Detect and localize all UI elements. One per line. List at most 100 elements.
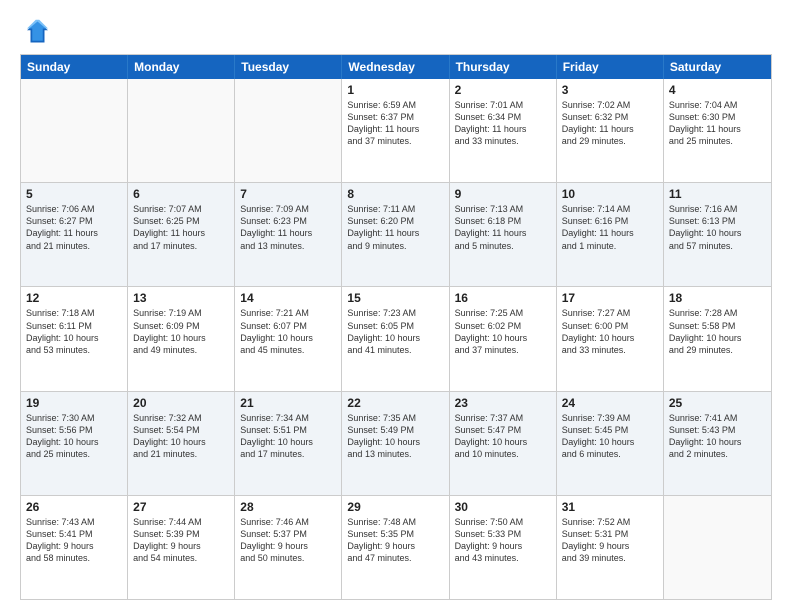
day-number: 5 [26, 187, 122, 201]
calendar-cell: 24 Sunrise: 7:39 AM Sunset: 5:45 PM Dayli… [557, 392, 664, 495]
calendar-row-4: 26 Sunrise: 7:43 AM Sunset: 5:41 PM Dayli… [21, 496, 771, 599]
day-number: 1 [347, 83, 443, 97]
calendar-cell: 9 Sunrise: 7:13 AM Sunset: 6:18 PM Daylig… [450, 183, 557, 286]
calendar-row-0: 1Sunrise: 6:59 AM Sunset: 6:37 PM Daylig… [21, 79, 771, 183]
day-number: 17 [562, 291, 658, 305]
cell-info: Sunrise: 7:23 AM Sunset: 6:05 PM Dayligh… [347, 307, 443, 356]
logo-icon [20, 18, 48, 46]
cell-info: Sunrise: 7:39 AM Sunset: 5:45 PM Dayligh… [562, 412, 658, 461]
cell-info: Sunrise: 7:46 AM Sunset: 5:37 PM Dayligh… [240, 516, 336, 565]
calendar-cell: 2 Sunrise: 7:01 AM Sunset: 6:34 PM Daylig… [450, 79, 557, 182]
day-number: 9 [455, 187, 551, 201]
cell-info: Sunrise: 7:04 AM Sunset: 6:30 PM Dayligh… [669, 99, 766, 148]
cell-info: Sunrise: 7:02 AM Sunset: 6:32 PM Dayligh… [562, 99, 658, 148]
day-header-monday: Monday [128, 55, 235, 79]
calendar-cell: 20 Sunrise: 7:32 AM Sunset: 5:54 PM Dayli… [128, 392, 235, 495]
calendar-cell [128, 79, 235, 182]
day-number: 15 [347, 291, 443, 305]
cell-info: Sunrise: 7:34 AM Sunset: 5:51 PM Dayligh… [240, 412, 336, 461]
calendar-cell: 11 Sunrise: 7:16 AM Sunset: 6:13 PM Dayli… [664, 183, 771, 286]
day-header-friday: Friday [557, 55, 664, 79]
calendar-header: SundayMondayTuesdayWednesdayThursdayFrid… [21, 55, 771, 79]
day-number: 20 [133, 396, 229, 410]
calendar-cell: 12 Sunrise: 7:18 AM Sunset: 6:11 PM Dayli… [21, 287, 128, 390]
cell-info: Sunrise: 7:50 AM Sunset: 5:33 PM Dayligh… [455, 516, 551, 565]
day-number: 23 [455, 396, 551, 410]
day-number: 26 [26, 500, 122, 514]
cell-info: Sunrise: 7:37 AM Sunset: 5:47 PM Dayligh… [455, 412, 551, 461]
calendar-cell: 18 Sunrise: 7:28 AM Sunset: 5:58 PM Dayli… [664, 287, 771, 390]
calendar-cell: 25Sunrise: 7:41 AM Sunset: 5:43 PM Dayli… [664, 392, 771, 495]
cell-info: Sunrise: 7:09 AM Sunset: 6:23 PM Dayligh… [240, 203, 336, 252]
header [20, 18, 772, 46]
cell-info: Sunrise: 7:16 AM Sunset: 6:13 PM Dayligh… [669, 203, 766, 252]
day-number: 14 [240, 291, 336, 305]
cell-info: Sunrise: 7:14 AM Sunset: 6:16 PM Dayligh… [562, 203, 658, 252]
calendar: SundayMondayTuesdayWednesdayThursdayFrid… [20, 54, 772, 600]
day-number: 21 [240, 396, 336, 410]
calendar-row-1: 5 Sunrise: 7:06 AM Sunset: 6:27 PM Daylig… [21, 183, 771, 287]
calendar-cell: 17 Sunrise: 7:27 AM Sunset: 6:00 PM Dayli… [557, 287, 664, 390]
day-header-sunday: Sunday [21, 55, 128, 79]
day-number: 29 [347, 500, 443, 514]
cell-info: Sunrise: 7:21 AM Sunset: 6:07 PM Dayligh… [240, 307, 336, 356]
day-number: 2 [455, 83, 551, 97]
calendar-cell: 14 Sunrise: 7:21 AM Sunset: 6:07 PM Dayli… [235, 287, 342, 390]
logo [20, 18, 52, 46]
cell-info: Sunrise: 7:52 AM Sunset: 5:31 PM Dayligh… [562, 516, 658, 565]
day-number: 11 [669, 187, 766, 201]
calendar-cell: 31 Sunrise: 7:52 AM Sunset: 5:31 PM Dayli… [557, 496, 664, 599]
cell-info: Sunrise: 7:48 AM Sunset: 5:35 PM Dayligh… [347, 516, 443, 565]
day-header-tuesday: Tuesday [235, 55, 342, 79]
cell-info: Sunrise: 7:35 AM Sunset: 5:49 PM Dayligh… [347, 412, 443, 461]
day-number: 24 [562, 396, 658, 410]
day-header-saturday: Saturday [664, 55, 771, 79]
cell-info: Sunrise: 7:18 AM Sunset: 6:11 PM Dayligh… [26, 307, 122, 356]
day-number: 13 [133, 291, 229, 305]
calendar-cell: 4Sunrise: 7:04 AM Sunset: 6:30 PM Daylig… [664, 79, 771, 182]
day-number: 6 [133, 187, 229, 201]
calendar-cell: 29 Sunrise: 7:48 AM Sunset: 5:35 PM Dayli… [342, 496, 449, 599]
calendar-cell: 13 Sunrise: 7:19 AM Sunset: 6:09 PM Dayli… [128, 287, 235, 390]
calendar-cell: 30 Sunrise: 7:50 AM Sunset: 5:33 PM Dayli… [450, 496, 557, 599]
day-number: 18 [669, 291, 766, 305]
cell-info: Sunrise: 7:07 AM Sunset: 6:25 PM Dayligh… [133, 203, 229, 252]
day-number: 31 [562, 500, 658, 514]
calendar-row-3: 19Sunrise: 7:30 AM Sunset: 5:56 PM Dayli… [21, 392, 771, 496]
cell-info: Sunrise: 7:25 AM Sunset: 6:02 PM Dayligh… [455, 307, 551, 356]
day-number: 16 [455, 291, 551, 305]
cell-info: Sunrise: 7:27 AM Sunset: 6:00 PM Dayligh… [562, 307, 658, 356]
calendar-cell: 8Sunrise: 7:11 AM Sunset: 6:20 PM Daylig… [342, 183, 449, 286]
calendar-cell: 21 Sunrise: 7:34 AM Sunset: 5:51 PM Dayli… [235, 392, 342, 495]
cell-info: Sunrise: 7:32 AM Sunset: 5:54 PM Dayligh… [133, 412, 229, 461]
calendar-cell: 1Sunrise: 6:59 AM Sunset: 6:37 PM Daylig… [342, 79, 449, 182]
day-number: 22 [347, 396, 443, 410]
calendar-cell: 6 Sunrise: 7:07 AM Sunset: 6:25 PM Daylig… [128, 183, 235, 286]
day-number: 7 [240, 187, 336, 201]
calendar-body: 1Sunrise: 6:59 AM Sunset: 6:37 PM Daylig… [21, 79, 771, 599]
calendar-cell [235, 79, 342, 182]
cell-info: Sunrise: 7:44 AM Sunset: 5:39 PM Dayligh… [133, 516, 229, 565]
calendar-cell: 26 Sunrise: 7:43 AM Sunset: 5:41 PM Dayli… [21, 496, 128, 599]
day-number: 3 [562, 83, 658, 97]
cell-info: Sunrise: 7:43 AM Sunset: 5:41 PM Dayligh… [26, 516, 122, 565]
cell-info: Sunrise: 7:28 AM Sunset: 5:58 PM Dayligh… [669, 307, 766, 356]
page: SundayMondayTuesdayWednesdayThursdayFrid… [0, 0, 792, 612]
day-number: 30 [455, 500, 551, 514]
calendar-cell: 28Sunrise: 7:46 AM Sunset: 5:37 PM Dayli… [235, 496, 342, 599]
day-header-thursday: Thursday [450, 55, 557, 79]
day-number: 25 [669, 396, 766, 410]
cell-info: Sunrise: 7:01 AM Sunset: 6:34 PM Dayligh… [455, 99, 551, 148]
day-header-wednesday: Wednesday [342, 55, 449, 79]
cell-info: Sunrise: 7:30 AM Sunset: 5:56 PM Dayligh… [26, 412, 122, 461]
calendar-cell: 7 Sunrise: 7:09 AM Sunset: 6:23 PM Daylig… [235, 183, 342, 286]
calendar-cell: 16 Sunrise: 7:25 AM Sunset: 6:02 PM Dayli… [450, 287, 557, 390]
cell-info: Sunrise: 7:06 AM Sunset: 6:27 PM Dayligh… [26, 203, 122, 252]
day-number: 27 [133, 500, 229, 514]
calendar-cell [664, 496, 771, 599]
calendar-cell: 27 Sunrise: 7:44 AM Sunset: 5:39 PM Dayli… [128, 496, 235, 599]
cell-info: Sunrise: 7:19 AM Sunset: 6:09 PM Dayligh… [133, 307, 229, 356]
calendar-cell: 23 Sunrise: 7:37 AM Sunset: 5:47 PM Dayli… [450, 392, 557, 495]
cell-info: Sunrise: 7:13 AM Sunset: 6:18 PM Dayligh… [455, 203, 551, 252]
day-number: 12 [26, 291, 122, 305]
